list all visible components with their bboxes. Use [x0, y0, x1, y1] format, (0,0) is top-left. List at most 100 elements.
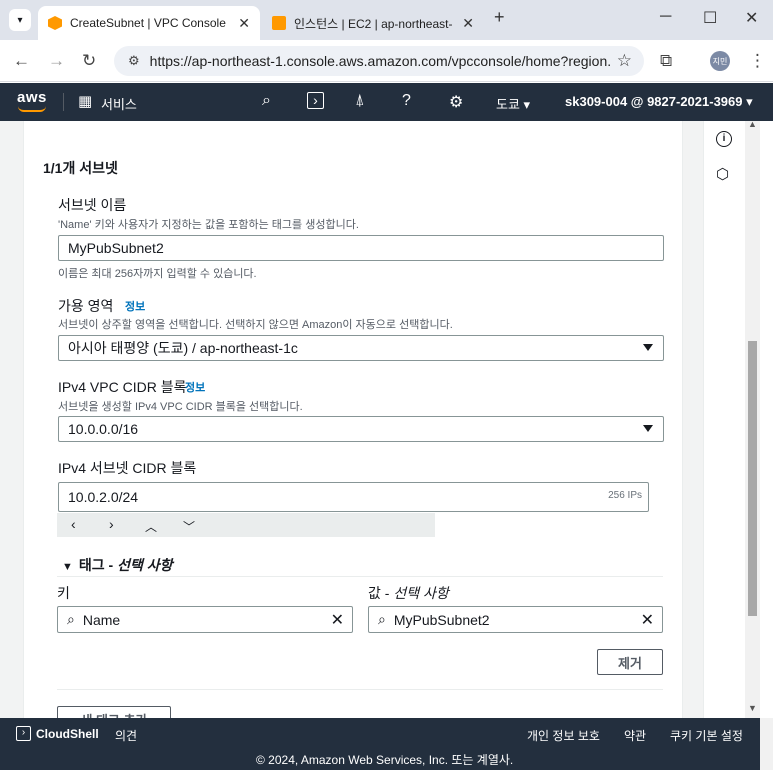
info-icon[interactable]: i: [716, 131, 732, 147]
feedback-link[interactable]: 의견: [115, 727, 137, 744]
divider: [63, 93, 64, 111]
vpc-cidr-info-link[interactable]: 정보: [185, 379, 205, 395]
remove-tag-button[interactable]: 제거: [597, 649, 663, 675]
tag-key-label: 키: [57, 585, 70, 601]
extensions-icon[interactable]: ⧉: [660, 51, 672, 71]
vpc-cidr-value: 10.0.0.0/16: [68, 421, 139, 437]
cidr-stepper: ‹ › ︿ ﹀: [57, 513, 435, 537]
services-grid-icon[interactable]: ▦: [78, 92, 92, 110]
new-tab-icon[interactable]: +: [494, 7, 505, 28]
search-icon: ⌕: [378, 611, 386, 627]
caret-down-icon: ▼: [62, 561, 73, 573]
tag-value-label-optional: 선택 사항: [393, 585, 449, 601]
cookie-preferences-link[interactable]: 쿠키 기본 설정: [670, 727, 743, 744]
site-settings-icon[interactable]: ⚙: [128, 53, 140, 69]
account-label: sk309-004 @ 9827-2021-3969: [565, 94, 743, 109]
chevron-down-icon[interactable]: ﹀: [183, 518, 195, 535]
services-menu[interactable]: 서비스: [101, 94, 137, 113]
tab-ec2-instances[interactable]: 인스턴스 | EC2 | ap-northeast- ✕: [262, 6, 484, 40]
notifications-bell-icon[interactable]: ⍋: [355, 92, 365, 110]
subnet-name-hint: 이름은 최대 256자까지 입력할 수 있습니다.: [58, 268, 257, 280]
chevron-left-icon[interactable]: ‹: [71, 516, 76, 532]
account-menu[interactable]: sk309-004 @ 9827-2021-3969 ▾: [565, 94, 753, 110]
subnet-cidr-label: IPv4 서브넷 CIDR 블록: [58, 460, 197, 476]
aws-logo-smile: [18, 106, 46, 112]
subnet-cidr-value: 10.0.2.0/24: [68, 489, 139, 505]
tag-value-label: 값 - 선택 사항: [368, 583, 449, 603]
url-field[interactable]: ⚙ https://ap-northeast-1.console.aws.ama…: [114, 46, 644, 76]
caret-down-icon: [643, 344, 653, 351]
help-icon[interactable]: ?: [402, 92, 411, 110]
cloudshell-icon[interactable]: ›: [16, 726, 31, 741]
aws-logo[interactable]: aws: [17, 89, 47, 106]
tag-value-label-main: 값 -: [368, 585, 394, 601]
clear-icon[interactable]: ✕: [641, 610, 654, 630]
tags-header[interactable]: ▼ 태그 - 선택 사항: [62, 555, 173, 575]
settings-gear-icon[interactable]: ⚙: [449, 92, 463, 112]
tag-key-value: Name: [82, 611, 121, 628]
cloudshell-icon[interactable]: ›: [307, 92, 324, 109]
subnet-name-value: MyPubSubnet2: [68, 240, 164, 256]
cloudshell-link[interactable]: CloudShell: [36, 727, 99, 741]
region-label: 도쿄: [496, 97, 520, 112]
clear-icon[interactable]: ✕: [331, 610, 344, 630]
bookmark-star-icon[interactable]: ☆: [617, 51, 632, 71]
close-tab-icon[interactable]: ✕: [462, 15, 474, 32]
vpc-cidr-select[interactable]: 10.0.0.0/16: [58, 416, 664, 442]
close-tab-icon[interactable]: ✕: [238, 15, 250, 32]
browser-tab-bar: ▾ CreateSubnet | VPC Console ✕ 인스턴스 | EC…: [0, 0, 773, 40]
tag-value-input[interactable]: ⌕ MyPubSubnet2 ✕: [368, 606, 663, 633]
tags-title: 태그 -: [78, 557, 118, 573]
search-icon[interactable]: ⌕: [262, 92, 271, 110]
subnet-name-input[interactable]: MyPubSubnet2: [58, 235, 664, 261]
browser-menu-icon[interactable]: ⋮: [749, 51, 766, 71]
copyright-text: © 2024, Amazon Web Services, Inc. 또는 계열사…: [256, 753, 514, 767]
chevron-right-icon[interactable]: ›: [109, 516, 114, 532]
aws-favicon-icon: [48, 16, 62, 30]
address-bar: ← → ↻ ⚙ https://ap-northeast-1.console.a…: [0, 40, 773, 82]
tab-search-button[interactable]: ▾: [9, 9, 31, 31]
chevron-up-icon[interactable]: ︿: [145, 518, 157, 535]
ec2-favicon-icon: [272, 16, 286, 30]
az-desc: 서브넷이 상주할 영역을 선택합니다. 선택하지 않으면 Amazon이 자동으…: [58, 319, 453, 331]
az-info-link[interactable]: 정보: [125, 298, 145, 314]
url-text: https://ap-northeast-1.console.aws.amazo…: [149, 53, 610, 69]
divider: [57, 689, 663, 690]
profile-avatar[interactable]: 지민: [710, 51, 730, 71]
az-select[interactable]: 아시아 태평양 (도쿄) / ap-northeast-1c: [58, 335, 664, 361]
az-label: 가용 영역: [58, 298, 114, 314]
divider: [57, 576, 663, 577]
footer-scrollbar: [760, 718, 773, 770]
tags-optional: 선택 사항: [117, 557, 173, 573]
scroll-up-icon[interactable]: ▲: [748, 121, 757, 129]
page-scrollbar[interactable]: ▲ ▼: [745, 121, 760, 718]
scrollbar-thumb[interactable]: [748, 341, 757, 616]
subnet-name-label: 서브넷 이름: [58, 197, 127, 213]
caret-down-icon: [643, 425, 653, 432]
privacy-link[interactable]: 개인 정보 보호: [527, 727, 600, 744]
forward-icon[interactable]: →: [48, 51, 65, 71]
console-footer: › CloudShell 의견 개인 정보 보호 약관 쿠키 기본 설정 © 2…: [0, 718, 760, 770]
tab-create-subnet[interactable]: CreateSubnet | VPC Console ✕: [38, 6, 260, 40]
maximize-icon[interactable]: ☐: [703, 8, 717, 28]
search-icon: ⌕: [67, 611, 75, 627]
tab-title: 인스턴스 | EC2 | ap-northeast-: [294, 16, 453, 31]
close-window-icon[interactable]: ✕: [745, 8, 758, 28]
back-icon[interactable]: ←: [13, 51, 30, 71]
az-value: 아시아 태평양 (도쿄) / ap-northeast-1c: [68, 340, 298, 356]
minimize-icon[interactable]: ─: [660, 8, 671, 26]
subnet-name-desc: 'Name' 키와 사용자가 지정하는 값을 포함하는 태그를 생성합니다.: [58, 219, 359, 231]
vpc-cidr-label: IPv4 VPC CIDR 블록: [58, 379, 187, 395]
page-content: 1/1개 서브넷 서브넷 이름 'Name' 키와 사용자가 지정하는 값을 포…: [0, 121, 760, 718]
terms-link[interactable]: 약관: [624, 727, 646, 744]
tag-value-value: MyPubSubnet2: [393, 611, 490, 628]
region-selector[interactable]: 도쿄 ▾: [496, 94, 530, 113]
tutorial-hexagon-icon[interactable]: ⬡: [716, 165, 729, 183]
scroll-down-icon[interactable]: ▼: [748, 703, 757, 713]
tag-key-input[interactable]: ⌕ Name ✕: [57, 606, 353, 633]
subnet-cidr-input[interactable]: 10.0.2.0/24 256 IPs: [58, 482, 649, 512]
subnet-cidr-ip-count: 256 IPs: [608, 490, 642, 501]
reload-icon[interactable]: ↻: [82, 51, 96, 71]
tab-title: CreateSubnet | VPC Console: [70, 16, 226, 30]
add-tag-button[interactable]: 새 태그 추가: [57, 706, 171, 718]
